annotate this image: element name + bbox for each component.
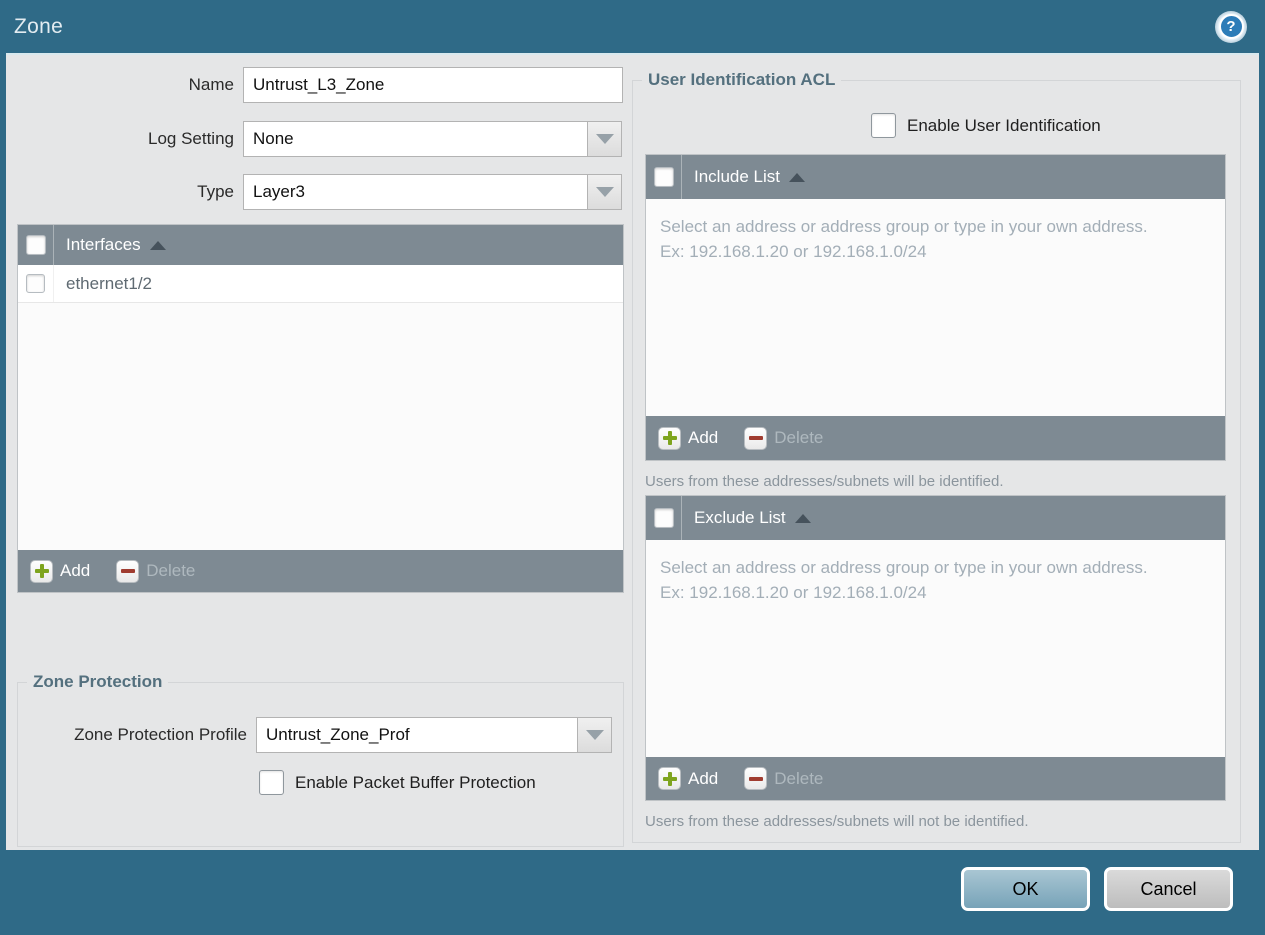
interfaces-table-header: Interfaces [18, 225, 623, 265]
include-select-all-cell [646, 155, 682, 199]
chevron-down-icon [585, 730, 604, 740]
name-label: Name [188, 75, 234, 94]
zone-protection-profile-row: Zone Protection Profile [18, 717, 623, 753]
zone-protection-profile-label: Zone Protection Profile [74, 725, 247, 744]
name-row: Name [17, 67, 624, 103]
chevron-down-icon [595, 187, 614, 197]
left-column: Name Log Setting Type [17, 55, 624, 847]
row-checkbox[interactable] [26, 274, 45, 293]
log-setting-dropdown-button[interactable] [588, 121, 622, 157]
interfaces-select-all-cell [18, 225, 54, 265]
delete-label: Delete [774, 768, 824, 788]
include-list-caption: Users from these addresses/subnets will … [645, 473, 1004, 490]
exclude-list-header-label: Exclude List [694, 508, 786, 527]
help-icon[interactable]: ? [1215, 10, 1247, 43]
exclude-list-body: Select an address or address group or ty… [646, 540, 1225, 757]
exclude-list-wrap: Exclude List Select an address or addres… [633, 495, 1240, 830]
delete-icon [116, 559, 140, 583]
packet-buffer-row: Enable Packet Buffer Protection [18, 770, 623, 795]
exclude-select-all-checkbox[interactable] [653, 508, 674, 528]
zone-protection-profile-combo [256, 717, 612, 753]
dialog-title: Zone [14, 14, 64, 38]
delete-button[interactable]: Delete [116, 559, 196, 583]
interfaces-select-all-checkbox[interactable] [25, 235, 46, 255]
include-list-placeholder: Select an address or address group or ty… [660, 217, 1148, 261]
log-setting-row: Log Setting [17, 121, 624, 157]
include-list-body: Select an address or address group or ty… [646, 199, 1225, 416]
user-identification-acl-section: User Identification ACL Enable User Iden… [632, 70, 1241, 843]
exclude-list-header: Exclude List [646, 496, 1225, 540]
zone-protection-section: Zone Protection Zone Protection Profile … [17, 672, 624, 847]
type-row: Type [17, 174, 624, 210]
zone-protection-legend: Zone Protection [27, 672, 169, 692]
enable-user-identification-label: Enable User Identification [907, 115, 1101, 135]
exclude-list-caption: Users from these addresses/subnets will … [645, 813, 1029, 830]
type-label: Type [197, 182, 234, 201]
zone-dialog: Zone ? Name Log Setting Type [0, 0, 1265, 935]
titlebar: Zone ? [0, 0, 1265, 53]
add-label: Add [60, 561, 91, 580]
delete-label: Delete [146, 561, 196, 580]
type-input[interactable] [243, 174, 588, 210]
interfaces-table-body: ethernet1/2 [18, 265, 623, 550]
help-question-mark: ? [1218, 14, 1244, 39]
user-identification-acl-legend: User Identification ACL [642, 70, 842, 90]
ok-button[interactable]: OK [961, 867, 1090, 911]
add-icon [658, 767, 681, 790]
delete-button[interactable]: Delete [744, 426, 824, 450]
dialog-footer: OK Cancel [961, 867, 1233, 911]
enable-packet-buffer-checkbox[interactable] [259, 770, 284, 795]
table-row[interactable]: ethernet1/2 [18, 265, 623, 303]
include-list-header: Include List [646, 155, 1225, 199]
cancel-button[interactable]: Cancel [1104, 867, 1233, 911]
add-label: Add [688, 768, 719, 788]
zone-protection-profile-input[interactable] [256, 717, 578, 753]
delete-label: Delete [774, 428, 824, 447]
add-button[interactable]: Add [30, 559, 91, 583]
exclude-list-toolbar: Add Delete [646, 757, 1225, 800]
log-setting-combo [243, 121, 622, 157]
delete-button[interactable]: Delete [744, 767, 823, 790]
log-setting-label: Log Setting [147, 129, 234, 148]
add-button[interactable]: Add [658, 426, 719, 450]
add-button[interactable]: Add [658, 767, 718, 790]
interfaces-column-header[interactable]: Interfaces [66, 235, 166, 255]
include-list-toolbar: Add Delete [646, 416, 1225, 460]
sort-ascending-icon [794, 513, 811, 523]
packet-buffer-label: Enable Packet Buffer Protection [295, 772, 536, 792]
delete-icon [744, 426, 768, 450]
type-dropdown-button[interactable] [588, 174, 622, 210]
right-column: User Identification ACL Enable User Iden… [632, 55, 1247, 843]
interfaces-toolbar: Add Delete [18, 550, 623, 592]
exclude-list-placeholder: Select an address or address group or ty… [660, 558, 1148, 602]
exclude-select-all-cell [646, 496, 682, 540]
sort-ascending-icon [149, 240, 166, 250]
include-list-header-label: Include List [694, 167, 780, 186]
name-input[interactable] [243, 67, 623, 103]
dialog-body: Name Log Setting Type [6, 53, 1259, 850]
enable-user-identification-checkbox[interactable] [871, 113, 896, 138]
include-list-table: Include List Select an address or addres… [645, 154, 1226, 461]
log-setting-input[interactable] [243, 121, 588, 157]
add-label: Add [688, 428, 719, 447]
include-list-column-header[interactable]: Include List [694, 167, 805, 187]
include-list-wrap: Include List Select an address or addres… [633, 154, 1240, 490]
row-checkbox-cell [18, 265, 54, 302]
enable-user-identification-row: Enable User Identification [633, 113, 1240, 138]
exclude-list-table: Exclude List Select an address or addres… [645, 495, 1226, 801]
type-combo [243, 174, 622, 210]
interfaces-header-label: Interfaces [66, 235, 141, 254]
sort-ascending-icon [789, 172, 805, 182]
include-select-all-checkbox[interactable] [653, 167, 674, 187]
add-icon [30, 559, 53, 583]
interfaces-table: Interfaces ethernet1/2 Add Delete [17, 224, 624, 593]
exclude-list-column-header[interactable]: Exclude List [694, 508, 811, 528]
interface-name: ethernet1/2 [66, 273, 153, 293]
add-icon [658, 426, 681, 450]
zone-protection-profile-dropdown-button[interactable] [578, 717, 612, 753]
delete-icon [744, 767, 768, 790]
chevron-down-icon [595, 134, 614, 144]
